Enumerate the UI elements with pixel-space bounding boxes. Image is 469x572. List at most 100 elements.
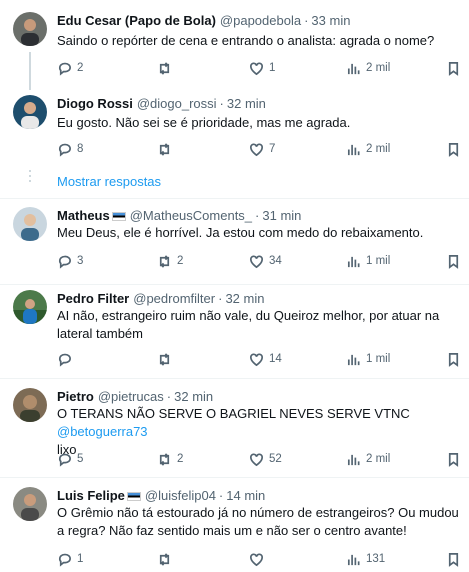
mention-link[interactable]: @betoguerra73 (57, 424, 148, 439)
retweet-button[interactable] (157, 140, 177, 158)
bookmark-icon (448, 142, 459, 157)
heart-icon (250, 142, 263, 156)
views-button[interactable]: 2 mil (346, 59, 390, 77)
timestamp[interactable]: 33 min (311, 12, 350, 30)
avatar[interactable] (13, 388, 47, 422)
author-name[interactable]: Edu Cesar (Papo de Bola) (57, 12, 216, 30)
timestamp[interactable]: 32 min (174, 388, 213, 406)
tweet-text: AI não, estrangeiro ruim não vale, du Qu… (57, 308, 440, 341)
author-handle[interactable]: @papodebola (220, 12, 301, 30)
tweet[interactable]: Pedro Filter @pedromfilter · 32 min AI n… (0, 285, 469, 379)
reply-button[interactable]: 5 (57, 450, 83, 468)
estonia-flag-icon (111, 211, 126, 221)
retweet-icon (159, 352, 170, 366)
tweet[interactable]: Pietro @pietrucas · 32 min O TERANS NÃO … (0, 379, 469, 477)
retweet-icon (159, 142, 170, 156)
reply-button[interactable]: 2 (57, 59, 83, 77)
timestamp[interactable]: 14 min (226, 487, 265, 505)
heart-icon (250, 352, 263, 366)
like-button[interactable] (249, 550, 269, 568)
bookmark-button[interactable] (446, 59, 461, 77)
reply-count: 1 (77, 553, 84, 565)
bookmark-button[interactable] (446, 450, 461, 468)
reply-button[interactable]: 3 (57, 252, 83, 270)
tweet-text: O Grêmio não tá estourado já no número d… (57, 505, 459, 538)
separator: · (218, 291, 223, 306)
tweet-text: Meu Deus, ele é horrível. Ja estou com m… (57, 225, 424, 240)
retweet-button[interactable] (157, 59, 177, 77)
bookmark-icon (448, 254, 459, 269)
avatar[interactable] (13, 207, 47, 241)
author-name[interactable]: Pietro (57, 388, 94, 406)
view-count: 131 (366, 553, 386, 565)
view-count: 1 mil (366, 353, 391, 365)
reply-button[interactable]: 1 (57, 550, 83, 568)
like-button[interactable]: 1 (249, 59, 275, 77)
views-chart-icon (347, 354, 360, 365)
retweet-button[interactable]: 2 (157, 450, 183, 468)
timestamp[interactable]: 32 min (225, 290, 264, 308)
author-handle[interactable]: @luisfelip04 (145, 487, 216, 505)
retweet-icon (159, 552, 170, 566)
views-chart-icon (347, 554, 360, 565)
timestamp[interactable]: 31 min (262, 207, 301, 225)
views-chart-icon (347, 144, 360, 155)
author-handle[interactable]: @MatheusComents_ (130, 207, 252, 225)
estonia-flag-icon (126, 491, 141, 501)
author-name[interactable]: Diogo Rossi (57, 95, 133, 113)
bookmark-button[interactable] (446, 550, 461, 568)
retweet-icon (159, 452, 170, 466)
views-button[interactable]: 2 mil (346, 140, 390, 158)
author-name[interactable]: Matheus (57, 207, 110, 225)
views-button[interactable]: 1 mil (346, 252, 390, 270)
reply-icon (58, 62, 71, 76)
tweet-text: Saindo o repórter de cena e entrando o a… (57, 33, 435, 48)
tweet[interactable]: Edu Cesar (Papo de Bola) @papodebola · 3… (0, 0, 469, 90)
author-handle[interactable]: @pietrucas (98, 388, 164, 406)
author-name[interactable]: Pedro Filter (57, 290, 129, 308)
retweet-button[interactable] (157, 350, 177, 368)
reply-icon (58, 255, 71, 269)
bookmark-button[interactable] (446, 350, 461, 368)
tweet-text-main: O TERANS NÃO SERVE O BAGRIEL NEVES SERVE… (57, 406, 410, 421)
views-button[interactable]: 131 (346, 550, 385, 568)
avatar[interactable] (13, 290, 47, 324)
bookmark-icon (448, 61, 459, 76)
like-button[interactable]: 34 (249, 252, 282, 270)
views-chart-icon (347, 63, 360, 74)
reply-button[interactable]: 8 (57, 140, 83, 158)
retweet-button[interactable]: 2 (157, 252, 183, 270)
tweet[interactable]: Luis Felipe @luisfelip04 · 14 min O Grêm… (0, 478, 469, 572)
separator: · (166, 389, 172, 404)
separator: · (219, 96, 224, 111)
separator: · (304, 13, 309, 28)
bookmark-button[interactable] (446, 140, 461, 158)
show-replies-link[interactable]: Mostrar respostas (57, 174, 161, 189)
author-handle[interactable]: @pedromfilter (133, 290, 215, 308)
like-button[interactable]: 7 (249, 140, 275, 158)
author-name[interactable]: Luis Felipe (57, 487, 125, 505)
views-button[interactable]: 1 mil (346, 350, 390, 368)
reply-icon (58, 143, 71, 157)
author-handle[interactable]: @diogo_rossi (137, 95, 217, 113)
like-count: 1 (269, 62, 276, 74)
view-count: 2 mil (366, 62, 391, 74)
like-button[interactable]: 14 (249, 350, 282, 368)
reply-button[interactable] (57, 350, 77, 368)
tweet[interactable]: Matheus @MatheusComents_ · 31 min Meu De… (0, 199, 469, 285)
views-button[interactable]: 2 mil (346, 450, 390, 468)
bookmark-button[interactable] (446, 252, 461, 270)
avatar[interactable] (13, 12, 47, 46)
reply-icon (58, 453, 71, 467)
retweet-icon (159, 254, 170, 268)
like-button[interactable]: 52 (249, 450, 282, 468)
timestamp[interactable]: 32 min (227, 95, 266, 113)
avatar[interactable] (13, 95, 47, 129)
like-count: 52 (269, 453, 282, 465)
heart-icon (250, 254, 263, 268)
like-count: 14 (269, 353, 282, 365)
bookmark-icon (448, 552, 459, 567)
avatar[interactable] (13, 487, 47, 521)
reply-icon (58, 553, 71, 567)
retweet-button[interactable] (157, 550, 177, 568)
